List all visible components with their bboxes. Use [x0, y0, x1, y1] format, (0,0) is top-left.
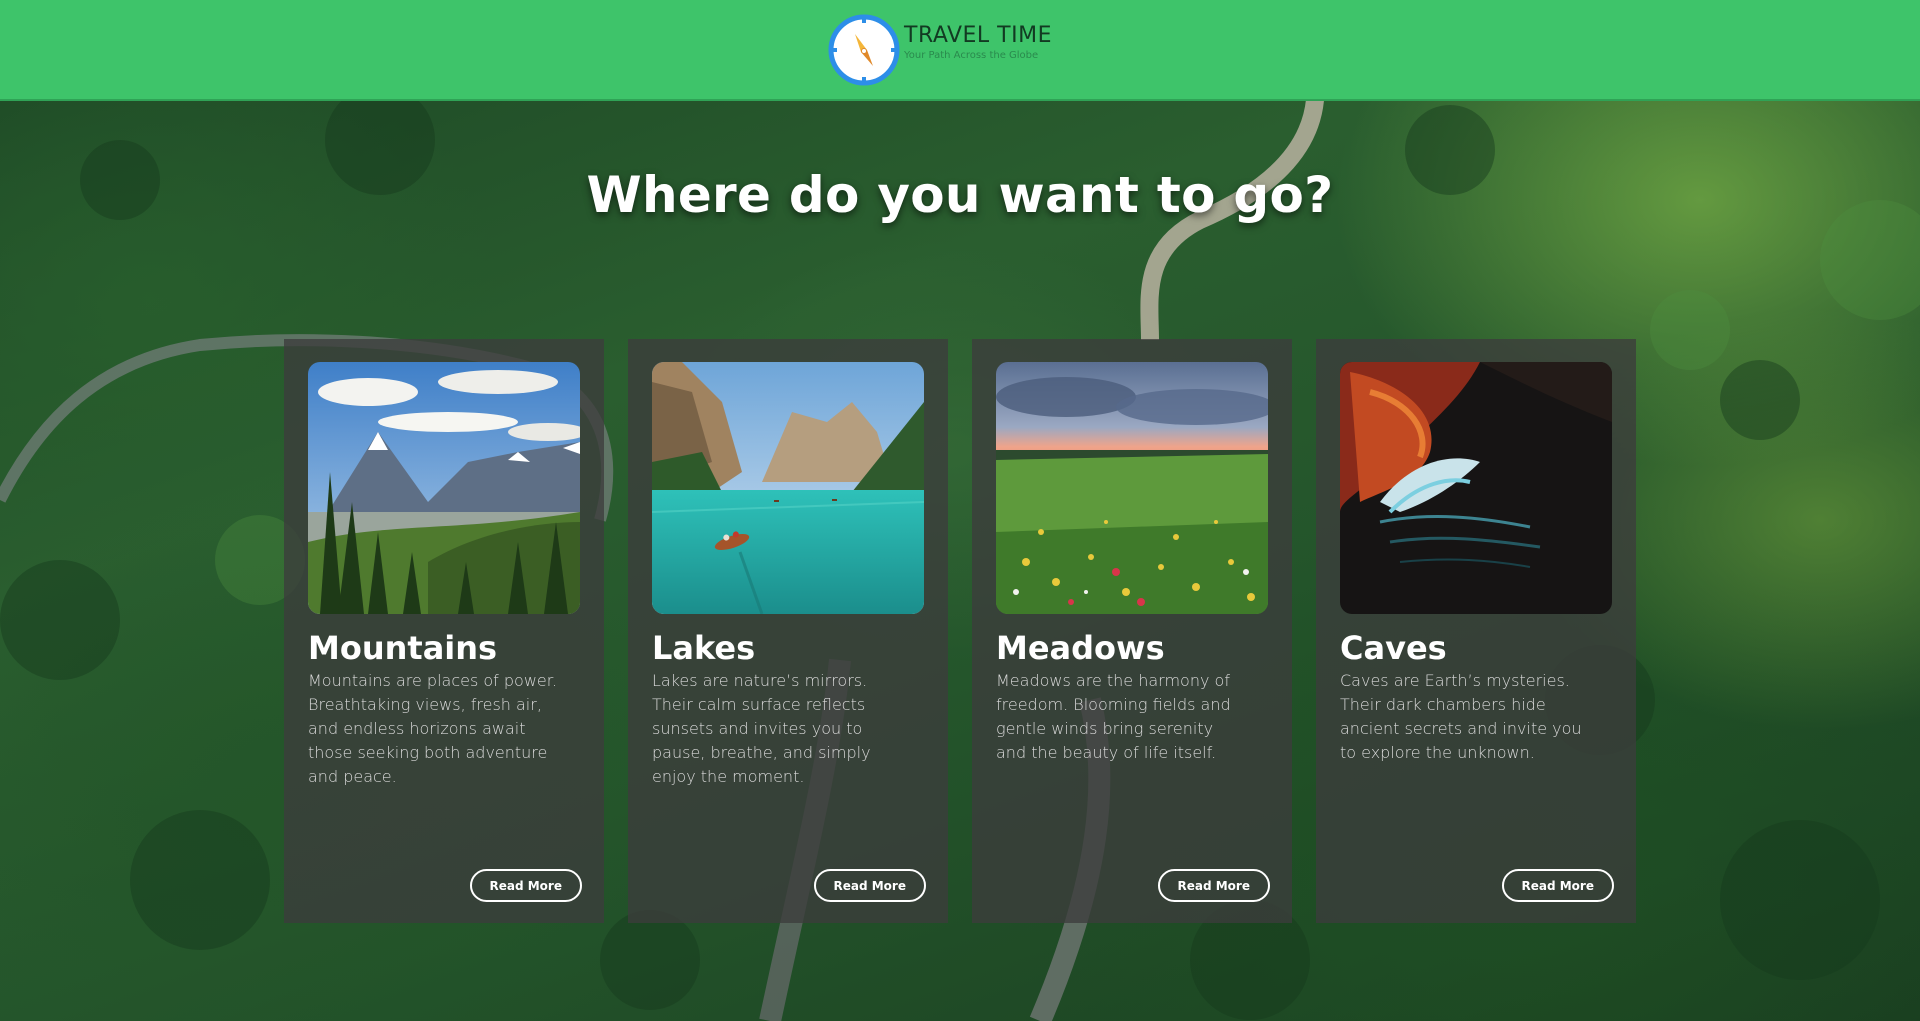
card-title: Mountains: [308, 629, 498, 667]
lake-image: [652, 362, 924, 614]
brand-title: TRAVEL TIME: [904, 22, 1052, 48]
destination-card-meadows: Meadows Meadows are the harmony of freed…: [972, 339, 1292, 923]
card-description: Mountains are places of power. Breathtak…: [308, 671, 557, 786]
site-header: TRAVEL TIME Your Path Across the Globe: [0, 0, 1920, 101]
read-more-button[interactable]: Read More: [469, 869, 582, 902]
card-title: Lakes: [652, 629, 756, 667]
destination-cards: Mountains Mountains are places of power.…: [284, 339, 1636, 923]
brand-text: TRAVEL TIME Your Path Across the Globe: [904, 23, 1052, 62]
brand-subtitle: Your Path Across the Globe: [904, 49, 1039, 61]
card-description: Caves are Earth’s mysteries. Their dark …: [1340, 671, 1582, 762]
destination-card-lakes: Lakes Lakes are nature’s mirrors. Their …: [628, 339, 948, 923]
read-more-button[interactable]: Read More: [1501, 869, 1614, 902]
card-title: Meadows: [996, 629, 1165, 667]
meadow-image: [996, 362, 1268, 614]
read-more-button[interactable]: Read More: [1157, 869, 1270, 902]
brand[interactable]: TRAVEL TIME Your Path Across the Globe: [828, 14, 1052, 86]
compass-icon: [828, 14, 900, 86]
card-description: Meadows are the harmony of freedom. Bloo…: [996, 671, 1231, 762]
mountains-image: [308, 362, 580, 614]
read-more-button[interactable]: Read More: [813, 869, 926, 902]
page-headline: Where do you want to go?: [586, 166, 1334, 224]
destination-card-caves: Caves Caves are Earth’s mysteries. Their…: [1316, 339, 1636, 923]
card-title: Caves: [1340, 629, 1447, 667]
destination-card-mountains: Mountains Mountains are places of power.…: [284, 339, 604, 923]
cave-image: [1340, 362, 1612, 614]
card-description: Lakes are nature’s mirrors. Their calm s…: [652, 671, 871, 786]
